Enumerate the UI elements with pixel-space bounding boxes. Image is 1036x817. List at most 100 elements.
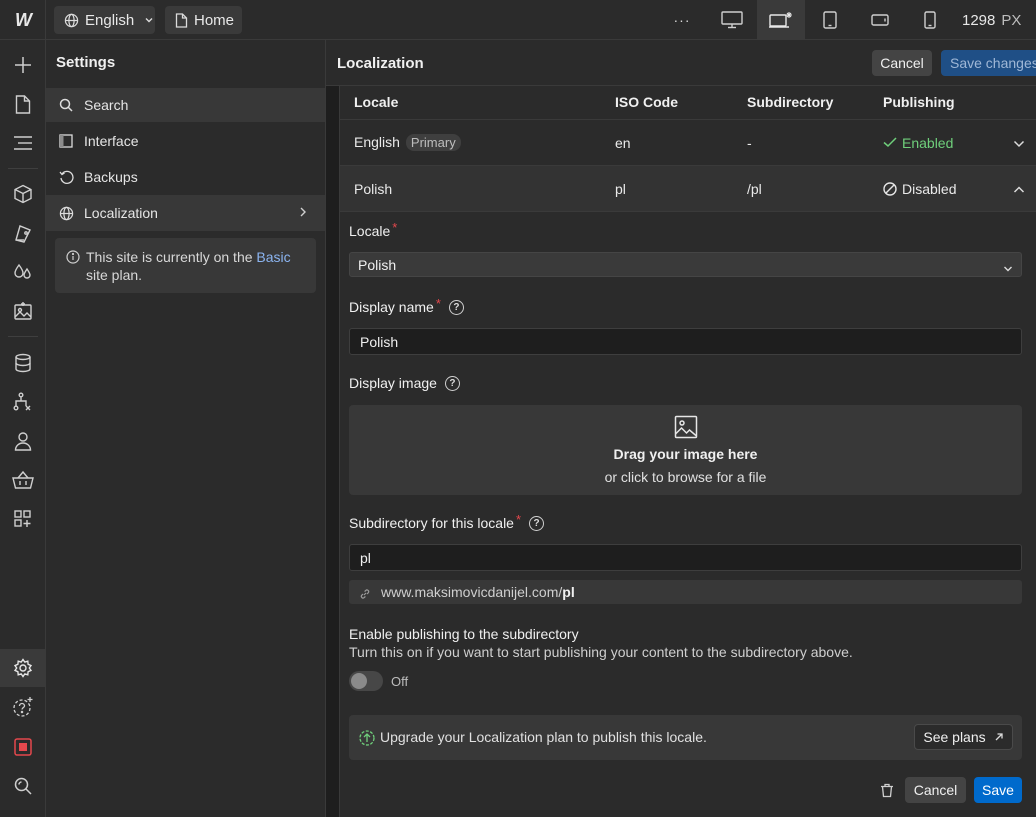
chevron-down-icon: [144, 12, 154, 29]
settings-title: Settings: [56, 54, 116, 71]
webflow-logo[interactable]: W: [0, 0, 46, 40]
help-icon[interactable]: [0, 688, 46, 726]
label-text: Locale: [349, 223, 391, 239]
locale-select[interactable]: Polish: [349, 252, 1022, 277]
canvas-width-unit: PX: [1001, 11, 1022, 29]
mobile-landscape-breakpoint-icon[interactable]: [856, 0, 904, 40]
see-plans-label: See plans: [923, 729, 986, 745]
navigator-icon[interactable]: [0, 124, 46, 162]
image-dropzone[interactable]: Drag your image here or click to browse …: [349, 405, 1022, 495]
subdirectory-input[interactable]: pl: [349, 544, 1022, 571]
add-icon[interactable]: [0, 46, 46, 84]
page-title: Localization: [337, 55, 424, 72]
pages-icon[interactable]: [0, 85, 46, 123]
globe-icon: [58, 205, 74, 221]
url-suffix: pl: [562, 584, 575, 600]
plan-link[interactable]: Basic: [256, 249, 290, 265]
users-icon[interactable]: [0, 422, 46, 460]
subdirectory-cell: /pl: [747, 181, 762, 197]
link-icon: [360, 586, 370, 602]
form-cancel-button[interactable]: Cancel: [905, 777, 966, 803]
display-image-label: Display image?: [349, 375, 460, 391]
publishing-cell: Disabled: [883, 181, 956, 197]
external-arrow-icon: [995, 733, 1003, 741]
variables-icon[interactable]: [0, 253, 46, 291]
locale-name: English: [354, 134, 400, 150]
more-button[interactable]: ···: [658, 0, 706, 40]
display-name-label: Display name *?: [349, 295, 464, 315]
apps-icon[interactable]: [0, 500, 46, 538]
publishing-status: Enabled: [902, 135, 954, 151]
cms-icon[interactable]: [0, 344, 46, 382]
settings-nav-label: Interface: [84, 133, 139, 149]
header-cancel-button[interactable]: Cancel: [872, 50, 932, 76]
help-question-icon[interactable]: ?: [529, 515, 545, 531]
dropzone-title: Drag your image here: [613, 446, 758, 462]
locale-select-value: Polish: [358, 256, 397, 273]
locales-table: Locale ISO Code Subdirectory Publishing …: [339, 86, 1036, 817]
column-header-locale: Locale: [354, 94, 399, 110]
publish-description: Turn this on if you want to start publis…: [349, 644, 853, 660]
toggle-knob: [351, 673, 367, 689]
locale-field-label: Locale *: [349, 220, 397, 240]
subdirectory-cell: -: [747, 135, 752, 151]
table-row-english[interactable]: English Primary en - Enabled: [340, 120, 1036, 166]
top-bar: W English Home ··· 1298 PX: [0, 0, 1036, 40]
locale-switcher[interactable]: English: [54, 6, 155, 34]
settings-nav-interface[interactable]: Interface: [46, 124, 325, 158]
settings-nav-label: Localization: [84, 205, 158, 221]
required-marker: *: [435, 295, 441, 311]
display-name-input[interactable]: Polish: [349, 328, 1022, 355]
settings-panel: Settings Search Interface Backups Locali…: [46, 40, 326, 817]
chevron-down-icon: [1003, 260, 1013, 276]
audit-search-icon[interactable]: [0, 767, 46, 805]
publish-title: Enable publishing to the subdirectory: [349, 626, 579, 642]
subdirectory-value: pl: [360, 549, 371, 566]
settings-nav-backups[interactable]: Backups: [46, 160, 325, 194]
dropzone-subtitle: or click to browse for a file: [604, 469, 767, 485]
trash-icon[interactable]: [880, 783, 894, 801]
upgrade-arrow-icon: [359, 730, 375, 749]
page-switcher-label: Home: [194, 11, 235, 29]
publish-toggle[interactable]: [349, 671, 383, 691]
page-switcher[interactable]: Home: [165, 6, 242, 34]
chevron-down-icon[interactable]: [1013, 136, 1025, 152]
record-icon[interactable]: [0, 728, 46, 766]
mobile-portrait-breakpoint-icon[interactable]: [906, 0, 954, 40]
components-icon[interactable]: [0, 175, 46, 213]
image-icon: [674, 415, 698, 442]
ecommerce-icon[interactable]: [0, 461, 46, 499]
desktop-breakpoint-icon[interactable]: [708, 0, 756, 40]
base-breakpoint-icon[interactable]: [757, 0, 805, 40]
form-save-button[interactable]: Save: [974, 777, 1022, 803]
help-question-icon[interactable]: ?: [448, 299, 464, 315]
table-header: Locale ISO Code Subdirectory Publishing: [340, 86, 1036, 120]
column-header-iso: ISO Code: [615, 94, 679, 110]
settings-nav-search[interactable]: Search: [46, 88, 325, 122]
iso-cell: pl: [615, 181, 626, 197]
see-plans-button[interactable]: See plans: [914, 724, 1013, 750]
publishing-cell: Enabled: [883, 135, 953, 151]
assets-icon[interactable]: [0, 292, 46, 330]
style-selectors-icon[interactable]: [0, 214, 46, 252]
settings-nav-localization[interactable]: Localization: [46, 195, 325, 231]
plan-notice: This site is currently on the Basic site…: [55, 238, 316, 293]
locale-cell: Polish: [354, 181, 393, 197]
upgrade-banner: Upgrade your Localization plan to publis…: [349, 715, 1022, 760]
search-icon: [58, 97, 74, 113]
label-text: Display image: [349, 375, 437, 391]
settings-nav-label: Search: [84, 97, 129, 113]
help-question-icon[interactable]: ?: [444, 375, 460, 391]
plan-notice-text: This site is currently on the: [86, 249, 257, 265]
canvas-width-readout[interactable]: 1298 PX: [962, 0, 1021, 40]
logic-icon[interactable]: [0, 383, 46, 421]
save-changes-button[interactable]: Save changes: [941, 50, 1036, 76]
disabled-icon: [883, 182, 897, 196]
chevron-up-icon[interactable]: [1013, 182, 1025, 198]
table-row-polish[interactable]: Polish pl /pl Disabled: [340, 166, 1036, 212]
tablet-breakpoint-icon[interactable]: [806, 0, 854, 40]
settings-gear-icon[interactable]: [0, 649, 46, 687]
url-preview: www.maksimovicdanijel.com/pl: [349, 580, 1022, 604]
iso-cell: en: [615, 135, 631, 151]
column-header-subdirectory: Subdirectory: [747, 94, 834, 110]
